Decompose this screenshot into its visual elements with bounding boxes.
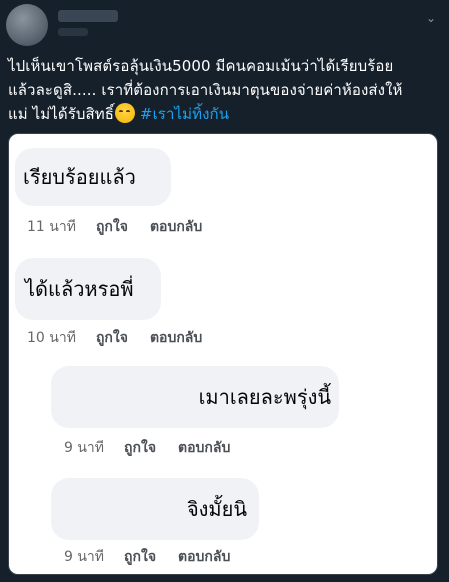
like-link[interactable]: ถูกใจ: [96, 327, 128, 349]
comment-text: เมาเลยละพรุ่งนี้: [198, 385, 331, 409]
comment-text: จิงมั้ยนิ: [186, 497, 247, 521]
tweet-container: username handle ⌄ ไปเห็นเขาโพสต์รอลุ้นเง…: [0, 0, 449, 582]
reply-link[interactable]: ตอบกลับ: [178, 437, 230, 459]
avatar[interactable]: [6, 4, 48, 46]
author-name-blurred[interactable]: username: [58, 10, 118, 22]
tweet-line-3-text: แม่ ไม่ได้รับสิทธิ์: [8, 105, 115, 123]
tweet-body: ไปเห็นเขาโพสต์รอลุ้นเงิน5000 มีคนคอมเม้น…: [8, 54, 444, 126]
comment-meta: 9 นาที ถูกใจ ตอบกลับ: [64, 546, 230, 568]
reply-link[interactable]: ตอบกลับ: [150, 327, 202, 349]
comment-meta: 11 นาที ถูกใจ ตอบกลับ: [27, 216, 202, 238]
tweet-line-2: แล้วละดูสิ..... เราที่ต้องการเอาเงินมาตุ…: [8, 81, 403, 99]
comment-time: 10 นาที: [27, 330, 76, 346]
comment-bubble: จิงมั้ยนิ: [51, 478, 259, 540]
comment-bubble: เมาเลยละพรุ่งนี้: [51, 366, 339, 428]
comment-text: ได้แล้วหรอพี่: [25, 277, 134, 301]
attached-screenshot[interactable]: เรียบร้อยแล้ว 11 นาที ถูกใจ ตอบกลับ ได้แ…: [8, 133, 438, 575]
comment-meta: 9 นาที ถูกใจ ตอบกลับ: [64, 437, 230, 459]
comment-time: 9 นาที: [64, 549, 105, 565]
comment-meta: 10 นาที ถูกใจ ตอบกลับ: [27, 327, 202, 349]
like-link[interactable]: ถูกใจ: [124, 546, 156, 568]
comment-text: เรียบร้อยแล้ว: [23, 165, 136, 189]
tweet-line-1: ไปเห็นเขาโพสต์รอลุ้นเงิน5000 มีคนคอมเม้น…: [8, 57, 394, 75]
chevron-down-icon[interactable]: ⌄: [423, 10, 439, 26]
tweet-line-3: แม่ ไม่ได้รับสิทธิ์ #เราไม่ทิ้งกัน: [8, 102, 444, 126]
comment-bubble: ได้แล้วหรอพี่: [15, 258, 161, 320]
comment-time: 9 นาที: [64, 440, 105, 456]
like-link[interactable]: ถูกใจ: [124, 437, 156, 459]
author-handle-blurred[interactable]: handle: [58, 28, 88, 36]
comment-bubble: เรียบร้อยแล้ว: [15, 148, 171, 206]
comment-time: 11 นาที: [27, 219, 76, 235]
like-link[interactable]: ถูกใจ: [96, 216, 128, 238]
relieved-face-icon: [115, 103, 136, 123]
hashtag-link[interactable]: #เราไม่ทิ้งกัน: [140, 105, 229, 123]
reply-link[interactable]: ตอบกลับ: [150, 216, 202, 238]
reply-link[interactable]: ตอบกลับ: [178, 546, 230, 568]
